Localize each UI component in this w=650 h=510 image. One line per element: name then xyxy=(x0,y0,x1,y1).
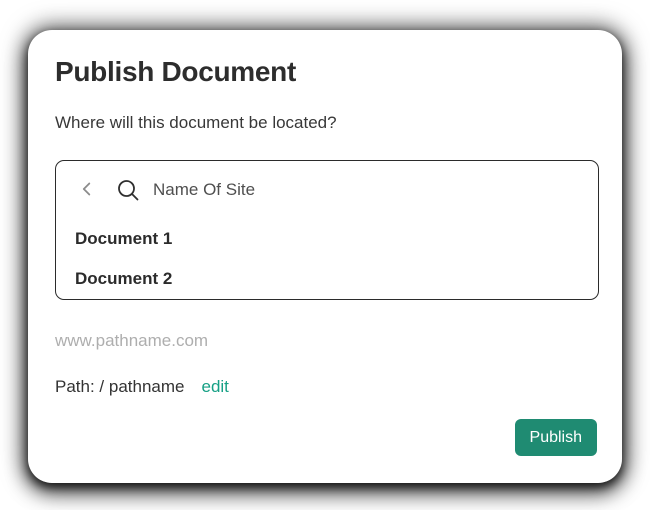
site-search-input[interactable] xyxy=(153,180,586,200)
page-title: Publish Document xyxy=(55,56,599,88)
back-button[interactable] xyxy=(75,178,99,202)
url-preview-text: www.pathname.com xyxy=(55,331,599,351)
chevron-left-icon xyxy=(76,178,98,203)
search-icon xyxy=(115,177,141,203)
edit-path-link[interactable]: edit xyxy=(201,377,228,397)
publish-dialog: Publish Document Where will this documen… xyxy=(28,30,622,483)
path-row: Path: / pathname edit xyxy=(55,377,599,397)
path-text: Path: / pathname xyxy=(55,377,184,397)
site-search-row xyxy=(56,161,598,219)
site-list-item[interactable]: Document 1 xyxy=(56,219,598,259)
site-list-item[interactable]: Document 2 xyxy=(56,259,598,299)
site-picker-panel: Document 1 Document 2 xyxy=(55,160,599,300)
location-question-text: Where will this document be located? xyxy=(55,113,599,133)
page-background: Publish Document Where will this documen… xyxy=(0,0,650,510)
publish-button[interactable]: Publish xyxy=(515,419,597,456)
